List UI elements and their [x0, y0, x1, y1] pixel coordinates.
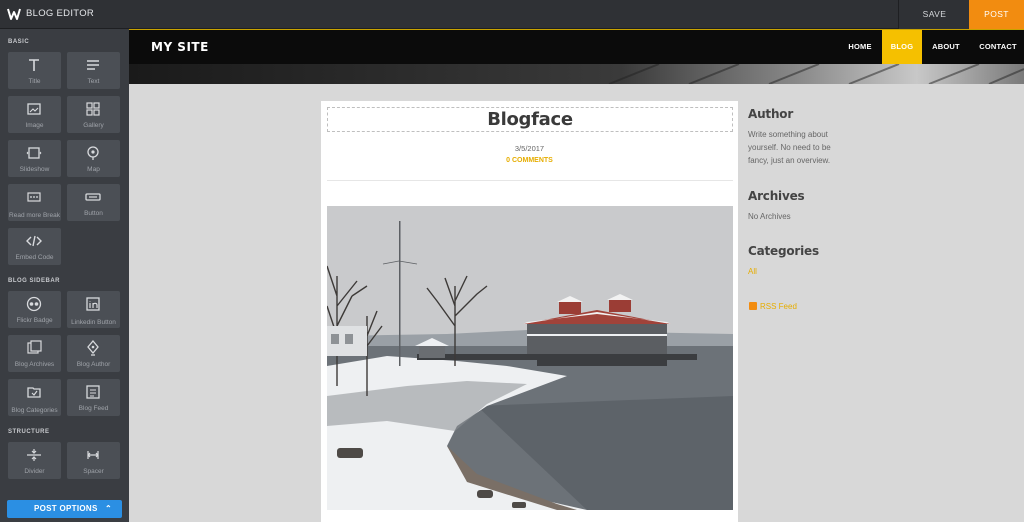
weebly-logo-icon: [7, 8, 21, 20]
text-icon: [87, 60, 99, 70]
title-icon: [29, 59, 39, 71]
tile-label: Divider: [24, 468, 45, 475]
gallery-icon: [86, 102, 100, 116]
tile-label: Image: [25, 122, 44, 129]
tile-label: Linkedin Button: [71, 319, 116, 326]
banner-pattern: [608, 64, 1024, 84]
archives-widget-text: No Archives: [748, 212, 791, 221]
divider: [327, 180, 733, 181]
tile-label: Text: [87, 78, 100, 85]
tile-flickr-badge[interactable]: Flickr Badge: [8, 291, 61, 328]
tile-map[interactable]: Map: [67, 140, 120, 177]
tile-blog-archives[interactable]: Blog Archives: [8, 335, 61, 372]
rss-feed-link[interactable]: RSS Feed: [760, 302, 797, 311]
tile-blog-categories[interactable]: Blog Categories: [8, 379, 61, 416]
button-icon: [85, 193, 101, 201]
section-label-basic: BASIC: [8, 39, 30, 45]
tile-read-more[interactable]: Read more Break: [8, 184, 61, 221]
tile-label: Embed Code: [15, 254, 54, 261]
categories-widget-title: Categories: [748, 244, 819, 258]
tile-title[interactable]: Title: [8, 52, 61, 89]
tile-blog-feed[interactable]: Blog Feed: [67, 379, 120, 416]
tile-spacer[interactable]: Spacer: [67, 442, 120, 479]
tile-button[interactable]: Button: [67, 184, 120, 221]
tile-label: Flickr Badge: [16, 317, 53, 324]
tile-label: Button: [84, 210, 103, 217]
site-header: MY SITE HOME BLOG ABOUT CONTACT: [129, 29, 1024, 64]
linkedin-icon: [86, 297, 100, 311]
slideshow-icon: [26, 147, 42, 159]
category-link-all[interactable]: All: [748, 267, 757, 276]
author-widget-text: Write something about yourself. No need …: [748, 130, 831, 165]
tile-slideshow[interactable]: Slideshow: [8, 140, 61, 177]
tile-embed-code[interactable]: Embed Code: [8, 228, 61, 265]
nav-blog[interactable]: BLOG: [882, 30, 922, 64]
tile-label: Map: [87, 166, 100, 173]
read-more-icon: [27, 192, 41, 202]
tile-linkedin-button[interactable]: Linkedin Button: [67, 291, 120, 328]
post-date: 3/5/2017: [514, 144, 545, 153]
tile-divider[interactable]: Divider: [8, 442, 61, 479]
tile-label: Blog Archives: [14, 361, 55, 368]
editor-title: BLOG EDITOR: [26, 8, 95, 19]
tile-label: Blog Author: [76, 361, 111, 368]
elements-sidebar: BASIC Title Text Image Gallery Slideshow…: [0, 29, 129, 522]
tile-label: Blog Feed: [78, 405, 109, 412]
divider-icon: [27, 449, 41, 461]
author-icon: [87, 340, 99, 356]
site-title[interactable]: MY SITE: [151, 40, 209, 54]
blog-post: Blogface 3/5/2017 0 COMMENTS: [321, 101, 738, 522]
editor-topbar: BLOG EDITOR SAVE POST: [0, 0, 1024, 29]
post-comments-link[interactable]: 0 COMMENTS: [321, 157, 738, 164]
archives-widget-title: Archives: [748, 189, 805, 203]
embed-code-icon: [26, 235, 42, 247]
feed-icon: [86, 385, 100, 399]
tile-label: Gallery: [83, 122, 104, 129]
archives-icon: [27, 340, 42, 354]
author-widget-title: Author: [748, 107, 794, 121]
post-title[interactable]: Blogface: [327, 107, 733, 132]
tile-blog-author[interactable]: Blog Author: [67, 335, 120, 372]
nav-about[interactable]: ABOUT: [924, 30, 968, 64]
image-icon: [27, 103, 41, 115]
tile-label: Title: [28, 78, 41, 85]
save-button[interactable]: SAVE: [898, 0, 970, 29]
tile-label: Read more Break: [9, 212, 60, 219]
categories-icon: [27, 387, 41, 398]
nav-home[interactable]: HOME: [838, 30, 882, 64]
tile-gallery[interactable]: Gallery: [67, 96, 120, 133]
lake-boathouse-image: [327, 206, 733, 510]
flickr-icon: [26, 296, 42, 312]
spacer-icon: [87, 451, 99, 459]
header-banner-image: [129, 64, 1024, 84]
section-label-structure: STRUCTURE: [8, 429, 50, 435]
tile-label: Slideshow: [19, 166, 50, 173]
tile-image[interactable]: Image: [8, 96, 61, 133]
section-label-blog-sidebar: BLOG SIDEBAR: [8, 278, 61, 284]
tile-label: Spacer: [83, 468, 104, 475]
rss-icon: [749, 302, 757, 310]
tile-text[interactable]: Text: [67, 52, 120, 89]
chevron-up-icon: ⌃: [104, 504, 112, 513]
tile-label: Blog Categories: [11, 407, 58, 414]
map-icon: [87, 146, 99, 160]
post-options-label: POST OPTIONS: [34, 504, 98, 513]
nav-contact[interactable]: CONTACT: [976, 30, 1020, 64]
post-photo[interactable]: [327, 206, 733, 510]
post-options-button[interactable]: POST OPTIONS ⌃: [7, 500, 122, 518]
post-button[interactable]: POST: [969, 0, 1024, 29]
